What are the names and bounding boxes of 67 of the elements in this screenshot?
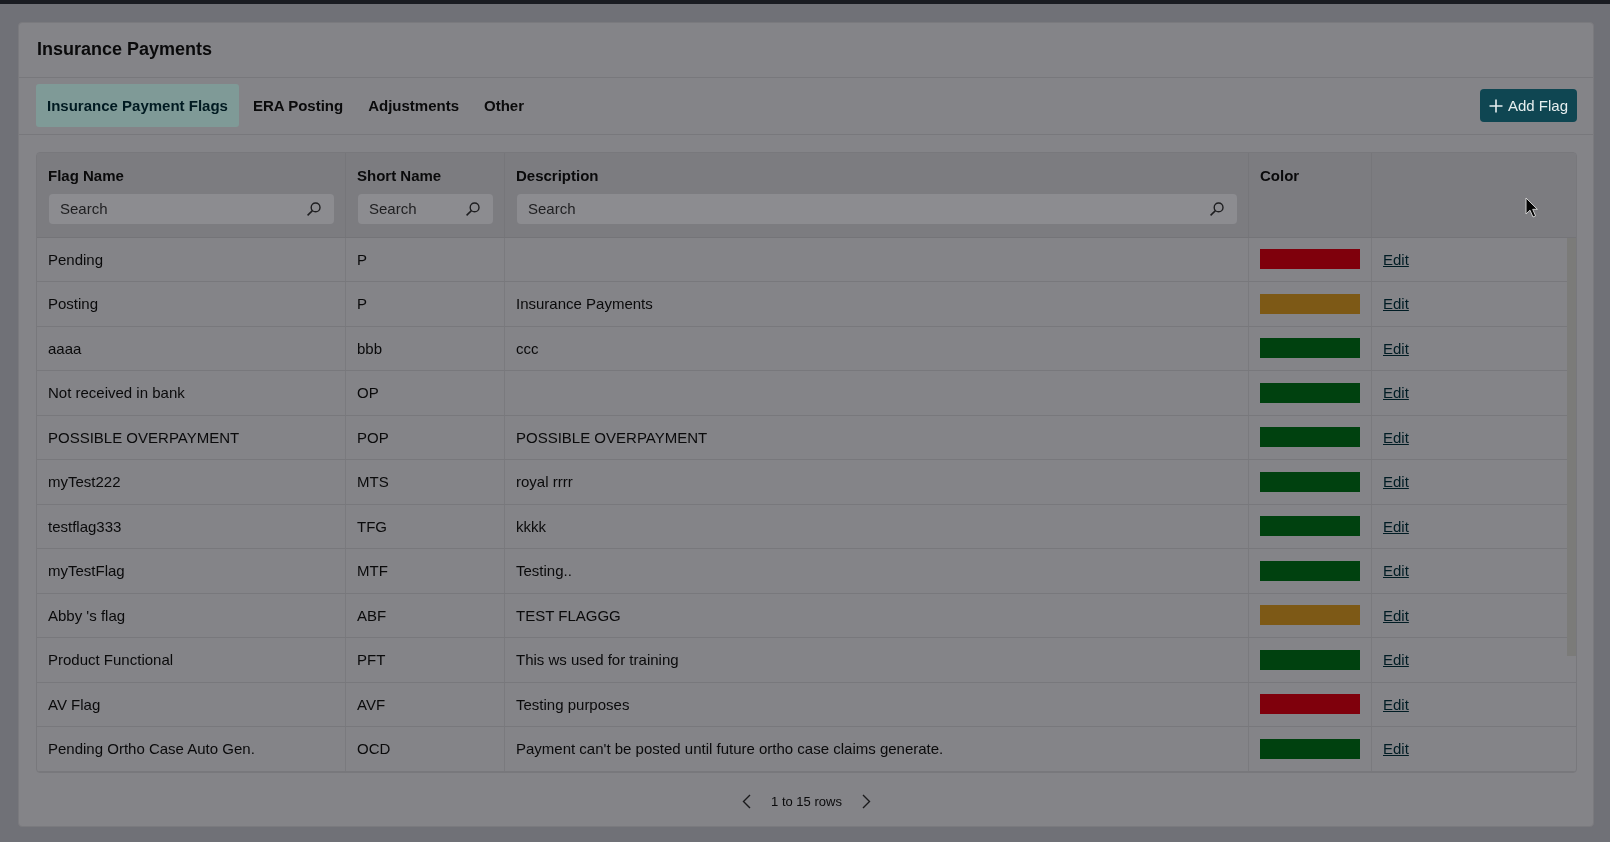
pagination-summary: 1 to 15 rows xyxy=(771,793,842,809)
table-cell: ABF xyxy=(345,593,504,637)
table-cell: POSSIBLE OVERPAYMENT xyxy=(504,415,1248,459)
search-icon xyxy=(466,201,480,216)
search-icon xyxy=(307,201,321,216)
edit-link[interactable]: Edit xyxy=(1383,606,1409,624)
search-field[interactable]: Search xyxy=(49,193,334,224)
plus-icon xyxy=(1488,98,1503,113)
edit-link[interactable]: Edit xyxy=(1383,250,1409,268)
table-cell: Payment can't be posted until future ortho case claims generate. xyxy=(504,727,1248,771)
edit-link[interactable]: Edit xyxy=(1383,339,1409,357)
search-icon xyxy=(1210,201,1224,216)
chevron-right-icon[interactable] xyxy=(861,793,871,809)
column-header: Flag Name xyxy=(48,166,125,185)
search-field[interactable]: Search xyxy=(517,193,1237,224)
table-cell-text: AV Flag xyxy=(47,694,102,715)
edit-link[interactable]: Edit xyxy=(1383,740,1409,758)
table-cell-text: Posting xyxy=(47,294,100,315)
table-cell: ccc xyxy=(504,326,1248,370)
table-cell-text: Pending Ortho Case Auto Gen. xyxy=(47,739,256,760)
table-cell-text: Pending xyxy=(47,249,105,270)
table-cell: MTS xyxy=(345,460,504,504)
edit-link[interactable]: Edit xyxy=(1383,473,1409,491)
table-cell: POP xyxy=(345,415,504,459)
table-cell: PFT xyxy=(345,638,504,682)
tab[interactable]: Insurance Payment Flags xyxy=(36,84,239,127)
edit-link[interactable]: Edit xyxy=(1383,695,1409,713)
edit-link[interactable]: Edit xyxy=(1383,384,1409,402)
table-cell: OP xyxy=(345,371,504,415)
table-cell-text: POSSIBLE OVERPAYMENT xyxy=(47,427,241,448)
column-header: Color xyxy=(1260,166,1301,185)
edit-link[interactable]: Edit xyxy=(1383,651,1409,669)
tab[interactable]: Adjustments xyxy=(357,84,471,127)
table-cell: P xyxy=(345,237,504,281)
page-title: Insurance Payments xyxy=(37,39,213,60)
table-cell-text: testflag333 xyxy=(47,516,123,537)
table-cell: bbb xyxy=(345,326,504,370)
table-cell: royal rrrr xyxy=(504,460,1248,504)
table-cell-text: aaaa xyxy=(47,338,83,359)
table-cell: AVF xyxy=(345,682,504,726)
table-cell: Insurance Payments xyxy=(504,282,1248,326)
column-header: Short Name xyxy=(357,166,443,185)
table-cell: TEST FLAGGG xyxy=(504,593,1248,637)
table-cell: kkkk xyxy=(504,504,1248,548)
edit-link[interactable]: Edit xyxy=(1383,295,1409,313)
table-cell-text: Abby 's flag xyxy=(47,605,127,626)
tab[interactable]: ERA Posting xyxy=(241,84,355,127)
column-header: Description xyxy=(516,166,600,185)
add-flag-button[interactable]: Add Flag xyxy=(1479,89,1577,122)
table-cell: TFG xyxy=(345,504,504,548)
table-cell: Testing.. xyxy=(504,549,1248,593)
table-cell: Testing purposes xyxy=(504,682,1248,726)
table-cell: This ws used for training xyxy=(504,638,1248,682)
table-cell: P xyxy=(345,282,504,326)
edit-link[interactable]: Edit xyxy=(1383,428,1409,446)
search-field[interactable]: Search xyxy=(358,193,493,224)
tab[interactable]: Other xyxy=(473,84,536,127)
edit-link[interactable]: Edit xyxy=(1383,562,1409,580)
edit-link[interactable]: Edit xyxy=(1383,517,1409,535)
table-cell: MTF xyxy=(345,549,504,593)
table-cell-text: myTestFlag xyxy=(47,561,126,582)
table-cell: OCD xyxy=(345,727,504,771)
pointer-cursor-icon xyxy=(1525,197,1538,218)
table-cell-text: myTest222 xyxy=(47,472,122,493)
table-cell-text: Not received in bank xyxy=(47,383,186,404)
table-cell-text: Product Functional xyxy=(47,650,175,671)
chevron-left-icon[interactable] xyxy=(742,793,752,809)
